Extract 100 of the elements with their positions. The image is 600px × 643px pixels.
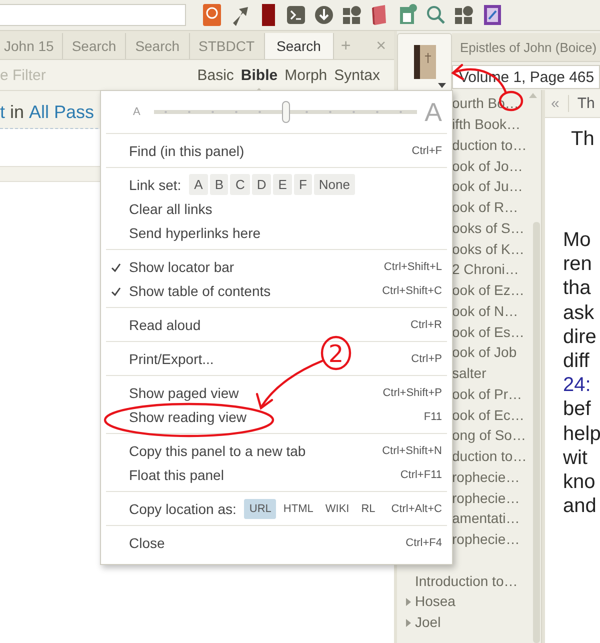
- shortcut-text: Ctrl+Shift+C: [381, 284, 442, 296]
- toc-item[interactable]: Hosea: [415, 593, 456, 610]
- tab[interactable]: Search: [62, 33, 126, 59]
- book-menu-button[interactable]: [397, 33, 452, 90]
- search-mode-tab[interactable]: Basic: [197, 66, 234, 84]
- shortcut-text: Ctrl+F: [410, 144, 442, 156]
- book-icon: [414, 45, 436, 79]
- toc-item[interactable]: ook of Jo…: [452, 158, 523, 174]
- menu-item[interactable]: Print/Export...: [129, 350, 214, 366]
- toc-item[interactable]: ifth Book…: [452, 116, 520, 132]
- terminal-icon[interactable]: [285, 3, 307, 27]
- shortcut-text: Ctrl+P: [410, 352, 442, 364]
- body-text: ask: [563, 302, 594, 324]
- menu-label: Link set:: [129, 176, 182, 192]
- slider-thumb[interactable]: [282, 101, 290, 123]
- toc-item[interactable]: ook of Ez…: [452, 282, 524, 298]
- toc-item[interactable]: Joel: [415, 614, 441, 630]
- toc-item[interactable]: ong of So…: [452, 427, 526, 444]
- tab[interactable]: John 15: [0, 33, 63, 59]
- download-icon[interactable]: [313, 3, 335, 27]
- body-text: dire: [563, 326, 596, 348]
- puzzle-icon[interactable]: [341, 3, 363, 27]
- puzzle-icon[interactable]: [453, 3, 475, 27]
- toc-item[interactable]: ook of Ju…: [452, 178, 523, 194]
- verse-reference[interactable]: 24:: [563, 374, 591, 396]
- shortcut-text: Ctrl+Shift+P: [382, 386, 442, 398]
- option-button[interactable]: E: [273, 174, 292, 195]
- toc-item[interactable]: Introduction to…: [415, 572, 518, 589]
- toc-item[interactable]: ook of Job: [452, 344, 517, 360]
- menu-item[interactable]: Float this panel: [129, 466, 224, 482]
- search-mode-tab[interactable]: Syntax: [334, 66, 380, 84]
- expand-icon[interactable]: [406, 618, 411, 627]
- toc-item[interactable]: ook of R…: [452, 199, 518, 216]
- menu-item[interactable]: Read aloud: [129, 316, 201, 332]
- menu-item[interactable]: Show table of contents: [129, 282, 271, 298]
- menu-item[interactable]: Show reading view: [129, 408, 247, 424]
- toc-item[interactable]: amentati…: [452, 510, 520, 526]
- query-link[interactable]: All Pass: [29, 102, 94, 123]
- menu-item[interactable]: Show paged view: [129, 384, 239, 400]
- body-text: and: [563, 495, 596, 518]
- toc-item[interactable]: ook of Pr…: [452, 386, 522, 402]
- tab[interactable]: Search: [126, 33, 190, 59]
- option-button[interactable]: B: [210, 174, 228, 195]
- expand-icon[interactable]: [406, 598, 411, 606]
- toc-item[interactable]: 2 Chroni…: [452, 261, 519, 278]
- note-icon[interactable]: [397, 3, 419, 27]
- menu-item[interactable]: Close: [129, 534, 165, 550]
- menu-item[interactable]: Find (in this panel): [129, 142, 244, 158]
- menu-label: Copy location as:: [129, 500, 236, 516]
- large-font-label: A: [424, 96, 442, 128]
- query-link[interactable]: t: [0, 102, 6, 123]
- option-button[interactable]: C: [230, 174, 250, 195]
- shortcut-text: Ctrl+Shift+L: [382, 260, 442, 272]
- tab[interactable]: Search: [264, 33, 334, 59]
- option-button[interactable]: RL: [356, 498, 380, 518]
- body-text: diff: [563, 350, 590, 372]
- back-button[interactable]: «: [545, 95, 570, 112]
- toc-item[interactable]: ook of N…: [452, 302, 518, 319]
- search-mode-tab[interactable]: Bible: [240, 66, 278, 84]
- toc-item[interactable]: rophecie…: [452, 468, 520, 485]
- menu-item[interactable]: Send hyperlinks here: [129, 224, 261, 240]
- option-button[interactable]: WIKI: [320, 498, 354, 518]
- app-icon[interactable]: [201, 3, 223, 27]
- notebook-icon[interactable]: [481, 3, 503, 27]
- option-button[interactable]: A: [189, 174, 208, 195]
- toc-item[interactable]: duction to…: [452, 448, 527, 464]
- scrollbar-thumb[interactable]: [533, 222, 540, 643]
- body-text: kno: [563, 470, 596, 493]
- option-button[interactable]: HTML: [278, 498, 318, 518]
- toc-item[interactable]: ook of Ec…: [452, 406, 524, 423]
- tab[interactable]: Epistles of John (Boice): [452, 33, 600, 62]
- menu-item[interactable]: Show locator bar: [129, 258, 234, 274]
- shortcut-text: Ctrl+Alt+C: [390, 502, 442, 514]
- toc-item[interactable]: rophecie…: [452, 490, 520, 506]
- toc-item[interactable]: duction to…: [452, 136, 527, 153]
- shortcut-text: Ctrl+F4: [404, 536, 442, 548]
- search-field[interactable]: [0, 4, 186, 26]
- toc-item[interactable]: salter: [452, 365, 486, 382]
- search-mode-tab[interactable]: Morph: [284, 66, 328, 84]
- body-text: help: [563, 422, 600, 444]
- shortcut-text: Ctrl+Shift+N: [381, 444, 442, 456]
- body-text: bef: [563, 398, 591, 420]
- tab[interactable]: Th: [569, 95, 595, 112]
- shortcut-text: Ctrl+R: [410, 318, 442, 330]
- option-button[interactable]: None: [314, 174, 355, 195]
- heading: Th: [570, 127, 596, 152]
- small-font-label: A: [133, 106, 140, 118]
- menu-item[interactable]: Copy this panel to a new tab: [129, 442, 306, 458]
- toc-item[interactable]: ooks of S…: [452, 220, 524, 236]
- query-text: in: [10, 102, 24, 123]
- option-button[interactable]: F: [294, 174, 312, 195]
- option-button[interactable]: URL: [244, 498, 276, 518]
- shortcut-text: F11: [422, 410, 442, 422]
- option-button[interactable]: D: [252, 174, 272, 195]
- menu-item[interactable]: Clear all links: [129, 200, 212, 216]
- annotation-arrow: [256, 360, 324, 410]
- toc-item[interactable]: rophecie…: [452, 531, 520, 548]
- toc-item[interactable]: ooks of K…: [452, 240, 524, 257]
- body-text: tha: [563, 277, 591, 300]
- toc-item[interactable]: ook of Es…: [452, 324, 524, 340]
